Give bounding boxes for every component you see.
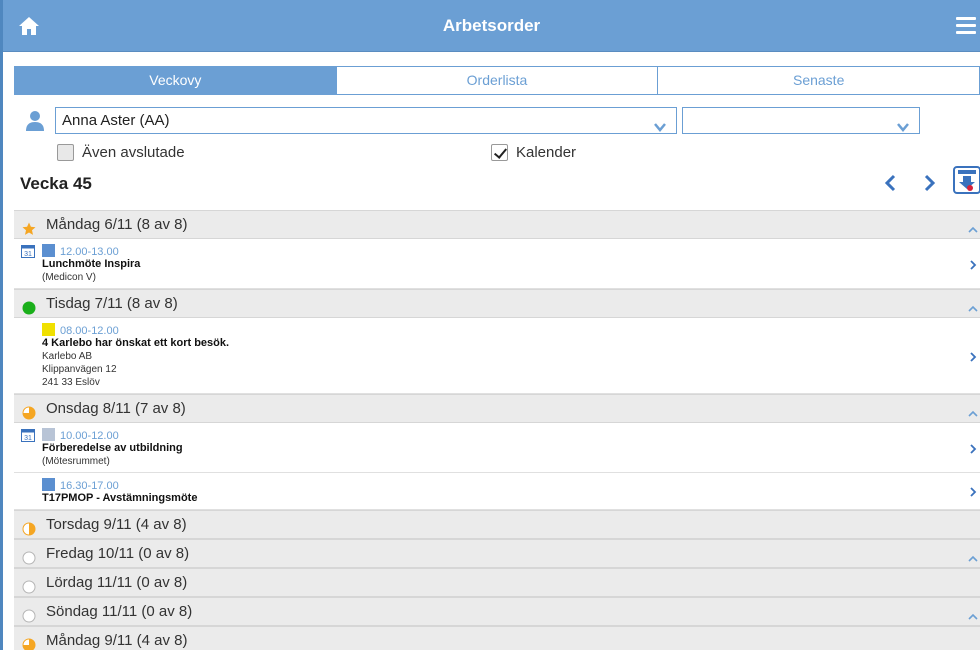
day-header[interactable]: Tisdag 7/11 (8 av 8) [14, 289, 980, 318]
hamburger-menu-icon[interactable] [956, 17, 976, 35]
include-closed-toggle[interactable]: Även avslutade [57, 142, 185, 162]
item-title: Förberedelse av utbildning [42, 442, 183, 454]
chevron-up-icon[interactable] [967, 217, 979, 233]
day-header[interactable]: Söndag 11/11 (0 av 8) [14, 597, 980, 626]
user-select[interactable]: Anna Aster (AA) [55, 107, 677, 134]
secondary-select[interactable] [682, 107, 920, 134]
status-square [42, 478, 55, 491]
include-closed-label: Även avslutade [82, 143, 185, 161]
full-circle-icon [22, 297, 36, 315]
week-day-list: Måndag 6/11 (8 av 8) 31 12.00-13.00 Lunchmö… [14, 210, 980, 650]
app-frame: Arbetsorder Veckovy Orderlista Senaste A… [0, 0, 980, 650]
status-square [42, 323, 55, 336]
empty-circle-icon [22, 605, 36, 623]
day-header[interactable]: Lördag 11/11 (0 av 8) [14, 568, 980, 597]
chevron-right-icon[interactable] [969, 442, 977, 454]
chevron-down-icon [897, 115, 909, 132]
chevron-up-icon[interactable] [967, 546, 979, 562]
export-download-icon[interactable] [953, 166, 980, 194]
tab-veckovy[interactable]: Veckovy [15, 67, 337, 94]
tab-bar: Veckovy Orderlista Senaste [14, 66, 980, 95]
item-detail: (Medicon V) [42, 272, 96, 283]
person-icon [25, 110, 45, 132]
order-item[interactable]: 31 12.00-13.00 Lunchmöte Inspira (Medicon V… [14, 239, 980, 289]
chevron-right-icon[interactable] [969, 258, 977, 270]
chevron-right-icon[interactable] [969, 350, 977, 362]
next-week-icon[interactable] [921, 173, 937, 193]
previous-week-icon[interactable] [883, 173, 899, 193]
day-header[interactable]: Fredag 10/11 (0 av 8) [14, 539, 980, 568]
day-label: Tisdag 7/11 (8 av 8) [46, 295, 178, 312]
chevron-up-icon[interactable] [967, 401, 979, 417]
chevron-up-icon[interactable] [967, 604, 979, 620]
item-detail: (Mötesrummet) [42, 456, 110, 467]
calendar-icon: 31 [21, 428, 35, 442]
svg-text:31: 31 [24, 435, 32, 442]
day-header[interactable]: Måndag 6/11 (8 av 8) [14, 210, 980, 239]
include-closed-checkbox[interactable] [57, 143, 74, 161]
day-label: Torsdag 9/11 (4 av 8) [46, 516, 187, 533]
calendar-label: Kalender [516, 143, 577, 161]
item-title: 4 Karlebo har önskat ett kort besök. [42, 337, 230, 349]
tab-orderlista[interactable]: Orderlista [336, 67, 659, 94]
day-label: Fredag 10/11 (0 av 8) [46, 545, 190, 562]
item-title: T17PMOP - Avstämningsmöte [42, 492, 198, 504]
tab-senaste[interactable]: Senaste [658, 67, 980, 94]
chevron-down-icon [654, 115, 666, 132]
page-title: Arbetsorder [442, 16, 541, 35]
svg-text:31: 31 [24, 251, 32, 258]
calendar-icon: 31 [21, 244, 35, 258]
day-label: Lördag 11/11 (0 av 8) [46, 574, 188, 591]
day-label: Söndag 11/11 (0 av 8) [46, 603, 193, 620]
day-label: Onsdag 8/11 (7 av 8) [46, 400, 186, 417]
order-item[interactable]: 08.00-12.00 4 Karlebo har önskat ett kort… [14, 318, 980, 394]
day-header[interactable]: Onsdag 8/11 (7 av 8) [14, 394, 980, 423]
user-select-value: Anna Aster (AA) [62, 112, 170, 129]
star-icon [22, 218, 36, 235]
item-detail: 241 33 Eslöv [42, 377, 100, 388]
empty-circle-icon [22, 547, 36, 565]
three-quarter-circle-icon [22, 402, 36, 420]
chevron-up-icon[interactable] [967, 296, 979, 312]
item-detail: Klippanvägen 12 [42, 364, 117, 375]
item-detail: Karlebo AB [42, 351, 93, 362]
status-square [42, 244, 55, 257]
item-title: Lunchmöte Inspira [42, 258, 141, 270]
empty-circle-icon [22, 576, 36, 594]
order-item[interactable]: 31 10.00-12.00 Förberedelse av utbildning(… [14, 423, 980, 473]
day-header[interactable]: Torsdag 9/11 (4 av 8) [14, 510, 980, 539]
week-title: Vecka 45 [20, 174, 92, 193]
three-quarter-circle-icon [22, 634, 36, 650]
status-square [42, 428, 55, 441]
day-header[interactable]: Måndag 9/11 (4 av 8) [14, 626, 980, 650]
top-bar: Arbetsorder [3, 0, 980, 52]
calendar-toggle[interactable]: Kalender [491, 142, 576, 162]
order-item[interactable]: 16.30-17.00 T17PMOP - Avstämningsmöte [14, 473, 980, 510]
chevron-right-icon[interactable] [969, 485, 977, 497]
day-label: Måndag 9/11 (4 av 8) [46, 632, 188, 649]
half-circle-icon [22, 518, 36, 536]
day-label: Måndag 6/11 (8 av 8) [46, 216, 188, 233]
calendar-checkbox[interactable] [491, 143, 508, 161]
